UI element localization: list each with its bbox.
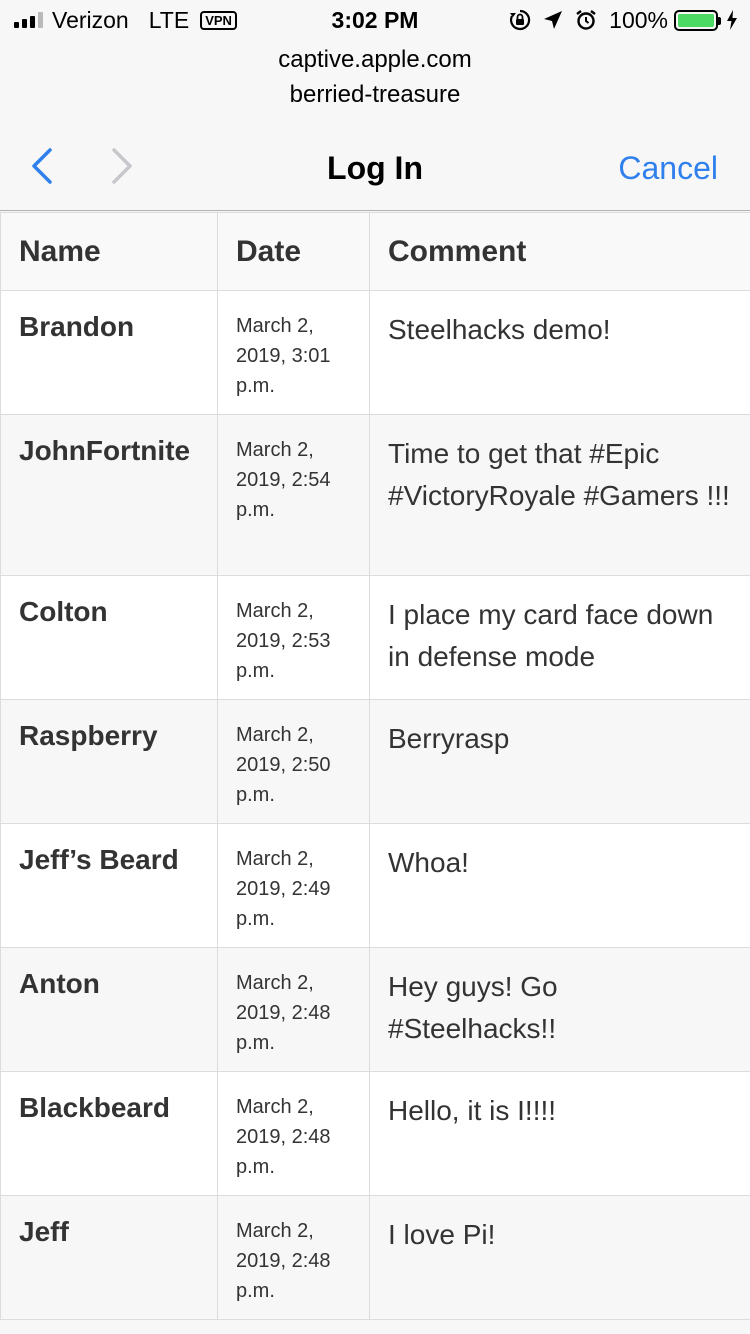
battery-icon [674,9,721,31]
host-name: captive.apple.com [278,46,472,73]
table-row: Jeff’s Beard March 2, 2019, 2:49 p.m. Wh… [0,823,750,948]
cell-comment: Time to get that #Epic #VictoryRoyale #G… [369,414,750,576]
cell-name: Colton [0,575,218,700]
cell-name: Blackbeard [0,1071,218,1196]
cell-date: March 2, 2019, 3:01 p.m. [217,290,370,415]
battery-percent: 100% [609,6,668,33]
cell-comment: Hey guys! Go #Steelhacks!! [369,947,750,1072]
cell-name: Raspberry [0,699,218,824]
cell-name: Brandon [0,290,218,415]
cell-comment: Steelhacks demo! [369,290,750,415]
table-row: Jeff March 2, 2019, 2:48 p.m. I love Pi! [0,1195,750,1320]
cell-comment: I love Pi! [369,1195,750,1320]
table-row: Anton March 2, 2019, 2:48 p.m. Hey guys!… [0,947,750,1072]
column-header-name: Name [0,212,218,291]
cell-comment: Berryrasp [369,699,750,824]
table-row: Raspberry March 2, 2019, 2:50 p.m. Berry… [0,699,750,824]
cell-date: March 2, 2019, 2:48 p.m. [217,1195,370,1320]
table-row: Brandon March 2, 2019, 3:01 p.m. Steelha… [0,290,750,415]
cell-name: Jeff [0,1195,218,1320]
status-right: 100% [497,6,738,34]
alarm-icon [576,10,596,30]
cell-comment: Whoa! [369,823,750,948]
cell-date: March 2, 2019, 2:54 p.m. [217,414,370,576]
column-header-date: Date [217,212,370,291]
location-icon [544,11,563,29]
cell-name: Anton [0,947,218,1072]
cell-comment: I place my card face down in defense mod… [369,575,750,700]
cancel-button[interactable]: Cancel [618,148,718,188]
charging-icon [727,10,737,30]
guestbook-table: Name Date Comment Brandon March 2, 2019,… [0,212,750,1320]
status-bar: Verizon LTE VPN 3:02 PM 100% [0,0,750,40]
cell-date: March 2, 2019, 2:53 p.m. [217,575,370,700]
cell-name: JohnFortnite [0,414,218,576]
table-row: JohnFortnite March 2, 2019, 2:54 p.m. Ti… [0,414,750,576]
table-row: Blackbeard March 2, 2019, 2:48 p.m. Hell… [0,1071,750,1196]
table-header-row: Name Date Comment [0,212,750,291]
orientation-lock-icon [510,9,531,31]
network-name: berried-treasure [289,81,461,108]
cell-date: March 2, 2019, 2:50 p.m. [217,699,370,824]
cell-date: March 2, 2019, 2:48 p.m. [217,1071,370,1196]
table-row: Colton March 2, 2019, 2:53 p.m. I place … [0,575,750,700]
cell-date: March 2, 2019, 2:49 p.m. [217,823,370,948]
cell-date: March 2, 2019, 2:48 p.m. [217,947,370,1072]
column-header-comment: Comment [369,212,750,291]
captive-portal-header: captive.apple.com berried-treasure Log I… [0,40,750,211]
cell-name: Jeff’s Beard [0,823,218,948]
cell-comment: Hello, it is I!!!! [369,1071,750,1196]
